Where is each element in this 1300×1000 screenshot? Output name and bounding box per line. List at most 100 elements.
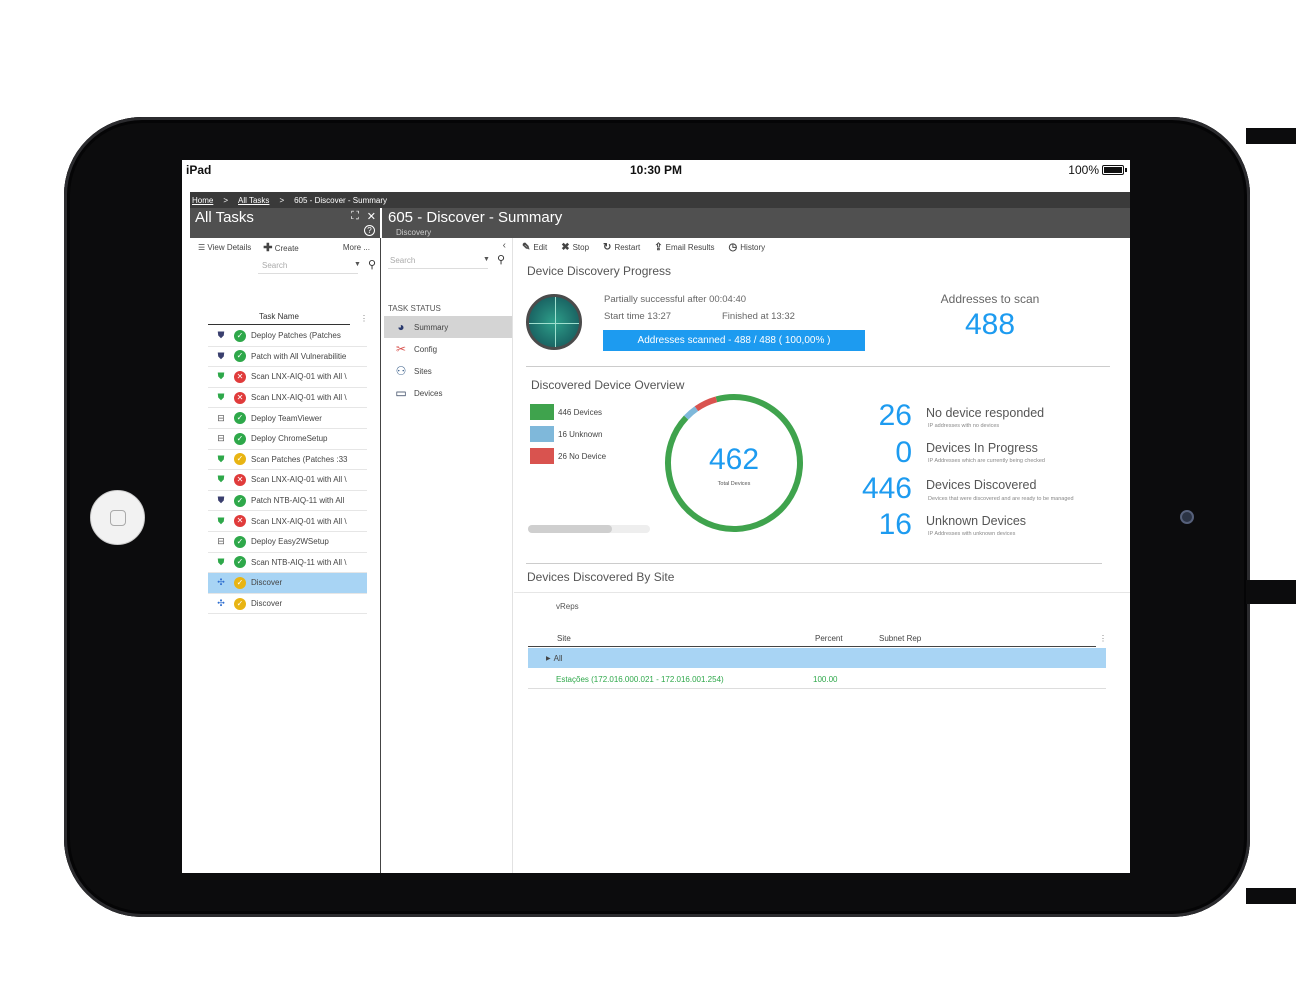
chevron-down-icon[interactable]: ▼ [483, 256, 490, 263]
status-item-sites[interactable]: ⚇ Sites [384, 360, 512, 382]
task-row[interactable]: ⊟ ✓ Deploy ChromeSetup [208, 429, 367, 450]
help-icon[interactable]: ? [364, 225, 375, 236]
task-row[interactable]: ⛊ ✕ Scan LNX-AIQ-01 with All \ [208, 470, 367, 491]
mid-toolbar: ‹ [382, 238, 512, 256]
deploy-icon: ⊟ [217, 433, 225, 444]
task-row[interactable]: ✣ ✓ Discover [208, 594, 367, 615]
tools-icon: ✂ [395, 342, 407, 356]
shield-icon: ⛊ [217, 556, 225, 567]
history-label: History [740, 242, 766, 252]
task-name: Scan LNX-AIQ-01 with All \ [251, 393, 347, 403]
view-details-label: View Details [207, 242, 252, 252]
shield-icon: ⛊ [217, 495, 225, 506]
table-row[interactable]: Estações (172.016.000.021 - 172.016.001.… [528, 670, 1106, 689]
task-name: Deploy Patches (Patches [251, 331, 341, 341]
percent-cell: 100.00 [813, 675, 838, 684]
col-subnet-rep[interactable]: Subnet Rep [879, 634, 921, 643]
total-devices-value: 462 [708, 443, 760, 476]
task-name: Deploy Easy2WSetup [251, 537, 329, 547]
status-bar: iPad 10:30 PM 100% [182, 160, 1130, 192]
chevron-left-icon[interactable]: ‹ [503, 240, 506, 251]
deploy-icon: ⊟ [217, 536, 225, 547]
legend-scrollbar[interactable] [528, 525, 650, 533]
stat-discovered-value: 446 [861, 472, 912, 505]
chevron-down-icon[interactable]: ▼ [354, 261, 361, 268]
success-check-icon: ✓ [234, 412, 246, 425]
create-button[interactable]: ✚ Create [263, 241, 298, 254]
group-label: All [553, 653, 563, 663]
breadcrumb-home[interactable]: Home [192, 196, 213, 205]
battery-indicator: 100% [1068, 163, 1127, 177]
breadcrumb-separator: > [223, 195, 229, 205]
task-name-column-header[interactable]: Task Name [208, 312, 350, 325]
expand-arrow-icon[interactable]: ▶ [546, 655, 551, 662]
col-percent[interactable]: Percent [815, 634, 843, 643]
task-row[interactable]: ⛊ ✓ Scan NTB-AIQ-11 with All \ [208, 553, 367, 574]
task-name: Deploy TeamViewer [251, 413, 322, 423]
mid-search-input[interactable]: Search [390, 256, 415, 265]
close-icon[interactable]: ✕ [367, 210, 376, 223]
stop-label: Stop [572, 242, 590, 252]
summary-pane: ✎ Edit ✖ Stop ↻ Restart ⇪ Email Results ◷ His… [514, 238, 1130, 873]
breadcrumb-all-tasks[interactable]: All Tasks [238, 196, 269, 205]
stat-discovered-label: Devices Discovered [926, 478, 1037, 492]
column-menu-icon[interactable]: ⋮ [1099, 634, 1107, 643]
task-row[interactable]: ⊟ ✓ Deploy Easy2WSetup [208, 532, 367, 553]
task-name: Patch with All Vulnerabilitie [251, 351, 347, 361]
search-underline [388, 268, 488, 269]
search-icon[interactable]: ⚲ [497, 253, 505, 266]
task-name: Scan LNX-AIQ-01 with All \ [251, 475, 347, 485]
error-icon: ✕ [234, 391, 246, 404]
task-row[interactable]: ⊟ ✓ Deploy TeamViewer [208, 408, 367, 429]
search-icon[interactable]: ⚲ [368, 258, 376, 271]
main-header: 605 - Discover - Summary Discovery [382, 208, 1130, 238]
task-row[interactable]: ⛊ ✓ Scan Patches (Patches :33 [208, 450, 367, 471]
home-button[interactable] [90, 490, 145, 545]
column-menu-icon[interactable]: ⋮ [360, 314, 368, 323]
create-label: Create [274, 243, 299, 253]
stop-button[interactable]: ✖ Stop [561, 242, 589, 253]
tab-vreps[interactable]: vReps [556, 602, 579, 611]
scrollbar-thumb[interactable] [528, 525, 612, 533]
legend-label: 26 No Device [558, 451, 607, 461]
status-item-devices[interactable]: ▭ Devices [384, 382, 512, 404]
plus-icon: ✚ [263, 241, 273, 254]
task-row[interactable]: ✣ ✓ Discover [208, 573, 367, 594]
restart-icon: ↻ [603, 241, 612, 253]
task-row[interactable]: ⛊ ✓ Patch NTB-AIQ-11 with All [208, 491, 367, 512]
success-check-icon: ✓ [234, 535, 246, 548]
shield-icon: ⛊ [217, 453, 225, 464]
success-check-icon: ✓ [234, 494, 246, 507]
task-search: Search ▼ ⚲ [190, 256, 380, 276]
app-window: Home > All Tasks > 605 - Discover - Summ… [190, 192, 1130, 873]
search-input[interactable]: Search [262, 261, 287, 270]
discover-icon: ✣ [217, 577, 225, 588]
group-row-all[interactable]: ▶ All [528, 648, 1106, 668]
pencil-icon: ✎ [522, 241, 531, 253]
left-panel-title: All Tasks [195, 209, 254, 226]
edit-button[interactable]: ✎ Edit [522, 242, 547, 253]
col-site[interactable]: Site [557, 634, 571, 643]
task-row[interactable]: ⛊ ✕ Scan LNX-AIQ-01 with All \ [208, 367, 367, 388]
more-button[interactable]: More ... [343, 243, 370, 252]
task-row[interactable]: ⛊ ✓ Patch with All Vulnerabilitie [208, 347, 367, 368]
shield-icon: ⛊ [217, 330, 225, 341]
stop-icon: ✖ [561, 241, 570, 253]
task-row[interactable]: ⛊ ✕ Scan LNX-AIQ-01 with All \ [208, 388, 367, 409]
status-item-config[interactable]: ✂ Config [384, 338, 512, 360]
stat-unknown-desc: IP Addresses with unknown devices [928, 531, 1016, 537]
email-results-button[interactable]: ⇪ Email Results [654, 242, 714, 253]
status-item-summary[interactable]: ◕ Summary [384, 316, 512, 338]
stat-unknown-value: 16 [878, 508, 912, 541]
expand-icon[interactable]: ⛶ [351, 210, 359, 223]
history-button[interactable]: ◷ History [729, 242, 766, 253]
legend-unknown: 16 Unknown [530, 426, 602, 442]
view-details-button[interactable]: ☰ View Details [198, 243, 251, 252]
restart-button[interactable]: ↻ Restart [603, 242, 640, 253]
task-list-pane: ☰ View Details ✚ Create More ... Search … [190, 238, 381, 873]
task-name: Scan LNX-AIQ-01 with All \ [251, 372, 347, 382]
task-name: Discover [251, 599, 283, 609]
task-row[interactable]: ⛊ ✕ Scan LNX-AIQ-01 with All \ [208, 511, 367, 532]
battery-percent: 100% [1068, 163, 1099, 177]
task-row[interactable]: ⛊ ✓ Deploy Patches (Patches [208, 326, 367, 347]
